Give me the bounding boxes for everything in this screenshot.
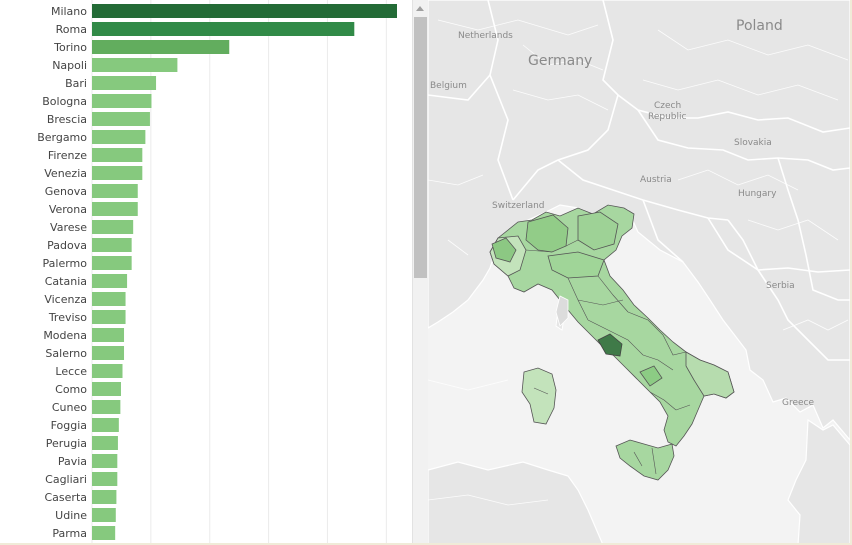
country-label-poland: Poland: [736, 18, 783, 34]
europe-map[interactable]: Netherlands Germany Poland Belgium Czech…: [428, 0, 850, 543]
bar-vicenza[interactable]: [92, 292, 126, 306]
category-label-como: Como: [55, 383, 87, 396]
map-svg: Netherlands Germany Poland Belgium Czech…: [428, 0, 850, 543]
bar-firenze[interactable]: [92, 148, 143, 162]
category-label-varese: Varese: [50, 221, 87, 234]
bar-milano[interactable]: [92, 4, 397, 18]
bar-modena[interactable]: [92, 328, 125, 342]
dashboard-frame: Milano Roma Torino Napoli Bari Bologna Brescia…: [0, 0, 852, 545]
bar-bari[interactable]: [92, 76, 157, 90]
bar-bologna[interactable]: [92, 94, 152, 108]
bar-cagliari[interactable]: [92, 472, 118, 486]
scroll-up-arrow-icon[interactable]: [416, 6, 424, 11]
bar-lecce[interactable]: [92, 364, 123, 378]
category-label-firenze: Firenze: [48, 149, 87, 162]
category-label-milano: Milano: [51, 5, 87, 18]
bars: [92, 4, 397, 540]
bar-napoli[interactable]: [92, 58, 178, 72]
bar-cuneo[interactable]: [92, 400, 121, 414]
bar-caserta[interactable]: [92, 490, 117, 504]
category-label-perugia: Perugia: [46, 437, 87, 450]
bar-torino[interactable]: [92, 40, 230, 54]
country-label-germany: Germany: [528, 53, 592, 69]
country-label-austria: Austria: [640, 175, 672, 185]
category-label-torino: Torino: [53, 41, 87, 54]
category-label-cuneo: Cuneo: [52, 401, 87, 414]
category-label-bologna: Bologna: [42, 95, 87, 108]
bar-udine[interactable]: [92, 508, 116, 522]
category-label-bergamo: Bergamo: [37, 131, 87, 144]
bar-parma[interactable]: [92, 526, 116, 540]
bar-palermo[interactable]: [92, 256, 132, 270]
category-label-roma: Roma: [56, 23, 87, 36]
bar-chart-svg: Milano Roma Torino Napoli Bari Bologna Brescia…: [37, 0, 397, 543]
category-label-salerno: Salerno: [45, 347, 87, 360]
category-label-catania: Catania: [45, 275, 87, 288]
category-label-foggia: Foggia: [51, 419, 87, 432]
bar-foggia[interactable]: [92, 418, 119, 432]
bar-treviso[interactable]: [92, 310, 126, 324]
category-label-palermo: Palermo: [43, 257, 88, 270]
country-label-hungary: Hungary: [738, 189, 777, 199]
country-label-czech: Czech Republic: [648, 101, 687, 122]
bar-perugia[interactable]: [92, 436, 118, 450]
bar-verona[interactable]: [92, 202, 138, 216]
country-label-belgium: Belgium: [430, 81, 467, 91]
bar-salerno[interactable]: [92, 346, 125, 360]
bar-padova[interactable]: [92, 238, 132, 252]
category-label-brescia: Brescia: [47, 113, 87, 126]
category-label-treviso: Treviso: [48, 311, 87, 324]
category-label-verona: Verona: [49, 203, 87, 216]
bar-chart-scrollbar[interactable]: [412, 0, 428, 543]
category-label-napoli: Napoli: [52, 59, 87, 72]
category-label-bari: Bari: [65, 77, 87, 90]
category-label-caserta: Caserta: [45, 491, 88, 504]
category-label-modena: Modena: [43, 329, 87, 342]
category-label-vicenza: Vicenza: [44, 293, 87, 306]
country-label-serbia: Serbia: [766, 281, 795, 291]
category-label-padova: Padova: [47, 239, 87, 252]
category-label-pavia: Pavia: [58, 455, 87, 468]
bar-genova[interactable]: [92, 184, 138, 198]
bar-catania[interactable]: [92, 274, 128, 288]
bar-pavia[interactable]: [92, 454, 118, 468]
category-label-genova: Genova: [45, 185, 87, 198]
category-labels: Milano Roma Torino Napoli Bari Bologna Brescia…: [37, 5, 87, 540]
provinces-bar-chart[interactable]: Milano Roma Torino Napoli Bari Bologna Brescia…: [0, 0, 412, 543]
country-label-greece: Greece: [782, 398, 814, 408]
bar-roma[interactable]: [92, 22, 355, 36]
category-label-cagliari: Cagliari: [45, 473, 87, 486]
bar-varese[interactable]: [92, 220, 134, 234]
scroll-thumb[interactable]: [414, 17, 427, 278]
country-label-netherlands: Netherlands: [458, 31, 513, 41]
bar-bergamo[interactable]: [92, 130, 146, 144]
bar-venezia[interactable]: [92, 166, 143, 180]
category-label-parma: Parma: [52, 527, 87, 540]
category-label-venezia: Venezia: [44, 167, 87, 180]
bar-como[interactable]: [92, 382, 121, 396]
country-label-slovakia: Slovakia: [734, 138, 772, 148]
bar-brescia[interactable]: [92, 112, 150, 126]
category-label-udine: Udine: [55, 509, 87, 522]
country-label-switzerland: Switzerland: [492, 201, 545, 211]
category-label-lecce: Lecce: [55, 365, 87, 378]
